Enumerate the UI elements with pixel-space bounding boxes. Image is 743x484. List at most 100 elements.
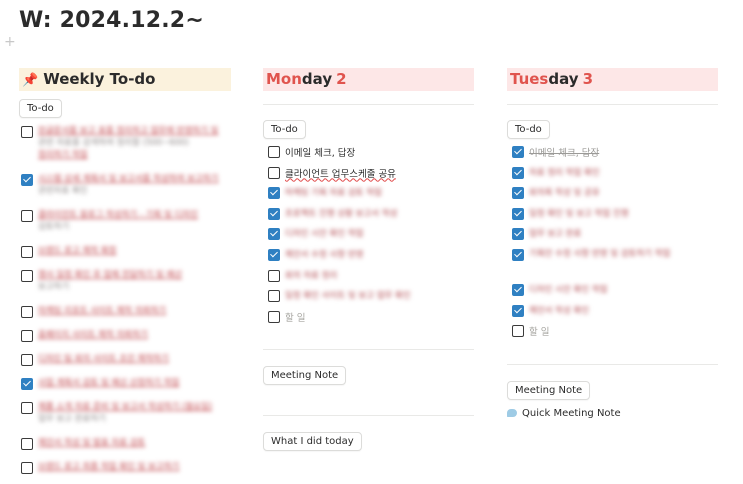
todo-checkbox[interactable]	[21, 330, 33, 342]
todo-text-line: 한글문서를 보고 표를 정리하고 업무에 반영하기 및	[38, 126, 219, 136]
todo-text: 브랜드 로고 최종 작업 확인 및 보고하기	[38, 461, 179, 473]
todo-checkbox[interactable]	[21, 210, 33, 222]
todo-checkbox[interactable]	[512, 146, 524, 158]
todo-checkbox[interactable]	[21, 126, 33, 138]
todo-checkbox[interactable]	[268, 166, 280, 179]
monday-day-accent: Mon	[266, 70, 302, 88]
todo-item: 기획안 수정 사항 반영 및 검토하기 작업	[510, 247, 718, 282]
todo-checkbox[interactable]	[21, 438, 33, 450]
todo-checkbox[interactable]	[21, 174, 33, 186]
todo-text: 제안서 수정 사항 반영	[285, 249, 364, 260]
todo-checkbox[interactable]	[21, 378, 33, 390]
todo-checkbox[interactable]	[268, 290, 280, 303]
todo-checkbox[interactable]	[512, 248, 524, 261]
todo-text: 마케팅 리포트 사이트 제작 의뢰하기	[38, 305, 166, 317]
todo-text-line: 사업 계획서 검토 및 예산 산정하기 작업	[38, 378, 180, 388]
todo-item: 할 일	[510, 323, 718, 344]
what-i-did-today-button[interactable]: What I did today	[263, 432, 362, 452]
todo-item: 회의록 작성 및 공유	[510, 185, 718, 206]
todo-text-line: 브랜드 로고 제작 확정	[38, 246, 117, 256]
todo-item: 디자인 팀 회의 사이트 초안 제작하기	[19, 352, 231, 376]
todo-text: 프로젝트 진행 상황 보고서 작성	[285, 208, 398, 219]
todo-item: 자료 정리 작업 확인	[510, 165, 718, 186]
todo-text: 기획안 수정 사항 반영 및 검토하기 작업	[529, 248, 671, 259]
todo-text-line: 제품 소개 자료 준비 및 보고서 작성하기 (월요일)	[38, 402, 213, 412]
pushpin-icon: 📌	[22, 73, 39, 88]
todo-item: 이메일 체크, 답장	[266, 144, 474, 165]
todo-text: 행사 일정 확인 후 업체 전달하기 및 예산 보고하기	[38, 269, 182, 293]
todo-text: 이메일 체크, 답장	[529, 148, 600, 159]
todo-checkbox[interactable]	[268, 269, 280, 282]
weekly-header: 📌 Weekly To-do	[19, 68, 231, 91]
todo-checkbox[interactable]	[268, 248, 280, 261]
todo-item: 시스템 상세 계획서 및 보고서를 작성하여 보고하기 관련자료 확인	[19, 172, 231, 208]
todo-text-line: 관련 자료를 검색하여 정리함 (500~600)	[38, 138, 189, 148]
todo-checkbox[interactable]	[21, 270, 33, 282]
todo-text-line: 마케팅 리포트 사이트 제작 의뢰하기	[38, 306, 167, 316]
tuesday-todo-button[interactable]: To-do	[507, 120, 550, 139]
monday-todo-button[interactable]: To-do	[263, 120, 306, 139]
todo-checkbox[interactable]	[512, 283, 524, 296]
todo-checkbox[interactable]	[512, 228, 524, 241]
todo-item: 클라이언트 블로그 작성하기 - 기획 및 디자인 검토하기	[19, 208, 231, 244]
quick-meeting-note-label: Quick Meeting Note	[522, 407, 621, 419]
tuesday-meeting-note-button[interactable]: Meeting Note	[507, 380, 591, 400]
todo-text-line: 시스템 상세 계획서 및 보고서를 작성하여 보고하기	[38, 174, 219, 184]
todo-checkbox[interactable]	[268, 146, 280, 158]
todo-item: 업무 보고 완료	[510, 226, 718, 247]
add-block-icon[interactable]: +	[4, 35, 16, 49]
speech-bubble-icon	[507, 409, 517, 418]
todo-text: 클라이언트 업무스케줄 공유	[285, 168, 396, 180]
todo-text: 사업 계획서 검토 및 예산 산정하기 작업	[38, 377, 179, 389]
todo-item: 할 일	[266, 309, 474, 330]
todo-item: 일정 확인 사이트 및 보고 업무 확인	[266, 288, 474, 309]
monday-header: Monday 2	[263, 68, 474, 91]
todo-text: 자료 정리 작업 확인	[529, 167, 600, 178]
tuesday-day-rest: day	[548, 70, 579, 88]
todo-checkbox[interactable]	[268, 187, 280, 200]
todo-item: 사업 계획서 검토 및 예산 산정하기 작업	[19, 376, 231, 400]
quick-meeting-note-link[interactable]: Quick Meeting Note	[507, 408, 718, 419]
todo-text-line: 정리하기 작업	[38, 150, 88, 160]
todo-item: 마케팅 기획 자료 검토 작업	[266, 185, 474, 206]
todo-checkbox[interactable]	[21, 246, 33, 258]
todo-text-line: 제안서 작성 및 발표 자료 검토	[38, 438, 146, 448]
todo-checkbox[interactable]	[512, 207, 524, 220]
todo-text: 시스템 상세 계획서 및 보고서를 작성하여 보고하기 관련자료 확인	[38, 173, 218, 197]
todo-checkbox[interactable]	[268, 310, 280, 323]
todo-text: 제품 소개 자료 준비 및 보고서 작성하기 (월요일) 업무 보고 완료하기	[38, 401, 212, 425]
todo-text: 이메일 체크, 답장	[285, 148, 356, 159]
todo-checkbox[interactable]	[21, 462, 33, 474]
todo-text: 클라이언트 블로그 작성하기 - 기획 및 디자인 검토하기	[38, 209, 198, 233]
monday-todo-list: 이메일 체크, 답장클라이언트 업무스케줄 공유마케팅 기획 자료 검토 작업프…	[266, 144, 474, 329]
todo-checkbox[interactable]	[268, 228, 280, 241]
tuesday-header: Tuesday 3	[507, 68, 718, 91]
todo-item: 제안서 수정 사항 반영	[266, 247, 474, 268]
todo-checkbox[interactable]	[21, 306, 33, 318]
page-title: W: 2024.12.2~	[19, 8, 204, 33]
todo-checkbox[interactable]	[512, 187, 524, 200]
todo-text: 한글문서를 보고 표를 정리하고 업무에 반영하기 및관련 자료를 검색하여 정…	[38, 125, 218, 161]
todo-text: 일정 확인 및 보고 작업 진행	[529, 208, 629, 219]
todo-item: 브랜드 로고 최종 작업 확인 및 보고하기	[19, 460, 231, 484]
todo-checkbox[interactable]	[512, 166, 524, 179]
todo-item: 브랜드 로고 제작 확정	[19, 244, 231, 268]
todo-item: 클라이언트 업무스케줄 공유	[266, 165, 474, 186]
todo-checkbox[interactable]	[21, 354, 33, 366]
weekly-todo-button[interactable]: To-do	[19, 99, 62, 118]
tuesday-todo-list: 이메일 체크, 답장자료 정리 작업 확인회의록 작성 및 공유일정 확인 및 …	[510, 144, 718, 344]
todo-item: 마케팅 리포트 사이트 제작 의뢰하기	[19, 304, 231, 328]
monday-day-rest: day	[301, 70, 333, 88]
todo-item: 한글문서를 보고 표를 정리하고 업무에 반영하기 및관련 자료를 검색하여 정…	[19, 124, 231, 172]
monday-meeting-note-button[interactable]: Meeting Note	[263, 366, 347, 386]
todo-text: 업무 보고 완료	[529, 229, 582, 240]
todo-item: 디자인 시안 확인 작업	[266, 226, 474, 247]
todo-text-line: 홈페이지 사이트 제작 의뢰하기	[38, 330, 148, 340]
todo-text: 할 일	[285, 312, 306, 324]
monday-column: Monday 2 To-do 이메일 체크, 답장클라이언트 업무스케줄 공유마케…	[263, 68, 474, 452]
todo-checkbox[interactable]	[512, 325, 524, 338]
todo-checkbox[interactable]	[21, 402, 33, 414]
todo-checkbox[interactable]	[512, 304, 524, 317]
todo-checkbox[interactable]	[268, 207, 280, 220]
todo-text: 할 일	[529, 327, 550, 339]
